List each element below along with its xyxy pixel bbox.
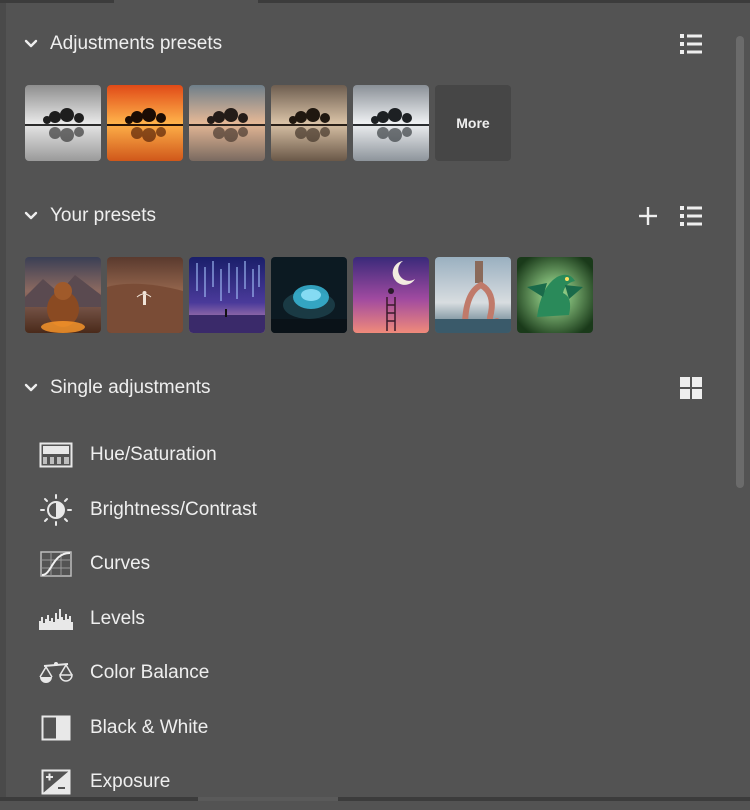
list-view-icon: [680, 34, 702, 54]
warm-faded-tree-thumbnail: [189, 85, 265, 161]
chevron-down-icon[interactable]: [22, 207, 40, 225]
preset-thumbnail[interactable]: [107, 257, 183, 333]
preset-thumbnail[interactable]: [25, 257, 101, 333]
starry-rain-thumbnail: [189, 257, 265, 333]
grid-view-button[interactable]: [677, 374, 705, 402]
adjustment-label: Hue/Saturation: [90, 444, 217, 466]
black-white-icon: [38, 712, 74, 744]
adjustment-label: Black & White: [90, 716, 209, 738]
preset-thumbnail[interactable]: [517, 257, 593, 333]
list-view-icon: [680, 206, 702, 226]
single-adjustments-list: Hue/Saturation Brightness/Contrast Curve…: [38, 428, 257, 810]
adjustment-label: Exposure: [90, 771, 171, 793]
your-presets-title: Your presets: [50, 205, 156, 226]
single-adjustments-title: Single adjustments: [50, 377, 211, 398]
preset-thumbnail[interactable]: [271, 257, 347, 333]
exposure-icon: [38, 766, 74, 798]
grid-view-icon: [680, 377, 702, 399]
cool-silver-tree-thumbnail: [353, 85, 429, 161]
adjustment-color-balance[interactable]: Color Balance: [38, 646, 257, 701]
preset-thumbnail[interactable]: [107, 85, 183, 161]
desert-figure-thumbnail: [107, 257, 183, 333]
preset-thumbnail[interactable]: [271, 85, 347, 161]
curves-icon: [38, 548, 74, 580]
adjustment-brightness-contrast[interactable]: Brightness/Contrast: [38, 483, 257, 538]
adjustment-label: Curves: [90, 553, 151, 575]
add-preset-button[interactable]: [634, 202, 662, 230]
your-presets-thumbnails: [25, 257, 593, 333]
single-adjustments-header[interactable]: Single adjustments: [22, 374, 211, 402]
adjustment-curves[interactable]: Curves: [38, 537, 257, 592]
preset-thumbnail[interactable]: [189, 85, 265, 161]
list-view-button[interactable]: [677, 202, 705, 230]
top-tab-strip: [0, 0, 750, 3]
adjustment-label: Color Balance: [90, 662, 210, 684]
chevron-down-icon[interactable]: [22, 379, 40, 397]
adjustment-exposure[interactable]: Exposure: [38, 755, 257, 810]
adjustments-presets-thumbnails: More: [25, 85, 511, 161]
orange-sunset-tree-thumbnail: [107, 85, 183, 161]
scrollbar-thumb[interactable]: [736, 36, 744, 488]
color-balance-icon: [38, 657, 74, 689]
green-dragon-thumbnail: [517, 257, 593, 333]
brightness-contrast-icon: [38, 493, 74, 526]
adjustments-presets-header[interactable]: Adjustments presets: [22, 30, 222, 58]
preset-thumbnail[interactable]: [435, 257, 511, 333]
adjustment-label: Levels: [90, 607, 145, 629]
adjustment-hue-saturation[interactable]: Hue/Saturation: [38, 428, 257, 483]
adjustment-label: Brightness/Contrast: [90, 498, 257, 520]
your-presets-header[interactable]: Your presets: [22, 202, 156, 230]
scrollbar[interactable]: [733, 6, 747, 791]
glowing-turtle-thumbnail: [271, 257, 347, 333]
list-view-button[interactable]: [677, 30, 705, 58]
preset-thumbnail[interactable]: [25, 85, 101, 161]
plus-icon: [639, 207, 657, 225]
moon-ladder-thumbnail: [353, 257, 429, 333]
more-presets-button[interactable]: More: [435, 85, 511, 161]
sepia-tree-thumbnail: [271, 85, 347, 161]
chevron-down-icon[interactable]: [22, 35, 40, 53]
adjustment-levels[interactable]: Levels: [38, 592, 257, 647]
levels-icon: [38, 603, 74, 635]
adjustment-black-white[interactable]: Black & White: [38, 701, 257, 756]
preset-thumbnail[interactable]: [189, 257, 265, 333]
preset-thumbnail[interactable]: [353, 257, 429, 333]
panel-left-edge: [0, 3, 6, 797]
active-tab-edge: [114, 0, 258, 3]
preset-thumbnail[interactable]: [353, 85, 429, 161]
bear-by-fire-thumbnail: [25, 257, 101, 333]
adjustments-presets-title: Adjustments presets: [50, 33, 223, 54]
bw-tree-reflection-thumbnail: [25, 85, 101, 161]
hue-saturation-icon: [38, 439, 74, 471]
octopus-lighthouse-thumbnail: [435, 257, 511, 333]
